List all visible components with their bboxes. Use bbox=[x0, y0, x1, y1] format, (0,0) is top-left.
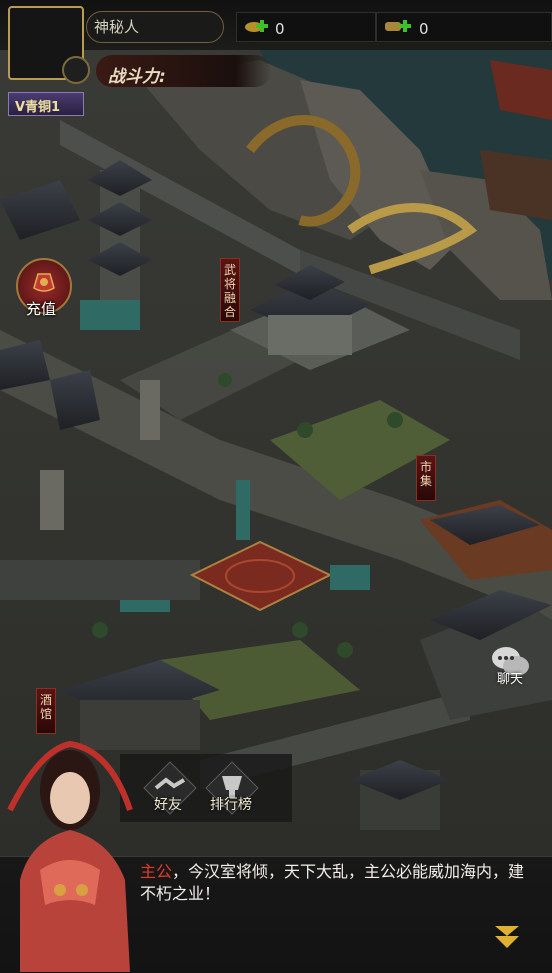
gold-ingot-plus-icon[interactable] bbox=[244, 18, 272, 34]
resource-gold-value: 0 bbox=[275, 20, 285, 38]
advisor-portrait bbox=[7, 740, 133, 972]
player-name: 神秘人 bbox=[94, 18, 140, 36]
vip-label: V青铜1 bbox=[15, 100, 61, 115]
recharge-label: 充值 bbox=[26, 300, 57, 318]
banner-general-fusion[interactable]: 武将融合 bbox=[220, 258, 240, 322]
dialog-message: ，今汉室将倾，天下大乱，主公必能威加海内，建不朽之业！ bbox=[140, 862, 525, 903]
money-bag-icon bbox=[33, 273, 55, 292]
scroll-plus-icon[interactable] bbox=[383, 18, 411, 34]
banner-market[interactable]: 市集 bbox=[416, 455, 436, 501]
resource-scroll-value: 0 bbox=[419, 20, 429, 38]
dialog-text: 主公，今汉室将倾，天下大乱，主公必能威加海内，建不朽之业！ bbox=[140, 861, 532, 905]
combat-power-label: 战斗力: bbox=[108, 67, 166, 87]
vip-badge[interactable]: V青铜1 bbox=[8, 92, 84, 116]
dialog-speaker: 主公 bbox=[140, 862, 173, 881]
chat-label: 聊天 bbox=[497, 672, 524, 687]
leaderboard-label: 排行榜 bbox=[210, 797, 252, 813]
friends-label: 好友 bbox=[154, 797, 182, 813]
continue-arrow-icon[interactable] bbox=[493, 922, 521, 950]
banner-tavern[interactable]: 酒馆 bbox=[36, 688, 56, 734]
avatar-level-badge bbox=[62, 56, 90, 84]
